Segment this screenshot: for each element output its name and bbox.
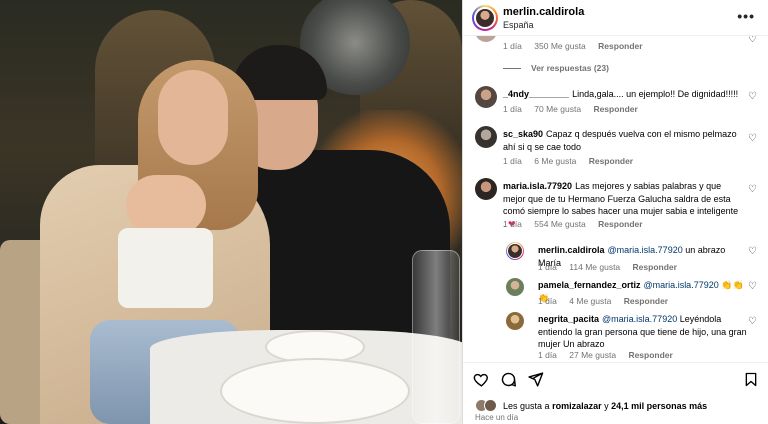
reply-username[interactable]: merlin.caldirola <box>538 245 605 255</box>
heart-icon[interactable]: ♡ <box>748 316 757 327</box>
post-time: Hace un día <box>475 413 519 422</box>
comment-time: 1 día <box>503 156 522 166</box>
comment-text: _4ndy________ Linda,gala.... un ejemplo!!… <box>503 88 743 101</box>
share-icon[interactable] <box>527 371 544 393</box>
post-actions: Les gusta a romizalazar y 24,1 mil perso… <box>463 362 768 424</box>
avatar[interactable] <box>475 36 497 42</box>
comment-text: sc_ska90 Capaz q después vuelva con el mi… <box>503 128 743 153</box>
reply-likes[interactable]: 27 Me gusta <box>569 350 616 360</box>
heart-icon[interactable]: ♡ <box>748 133 757 144</box>
comment-body: Linda,gala.... un ejemplo!! De dignidad!… <box>572 89 739 99</box>
comment-time: 1 día <box>503 219 522 229</box>
more-options-button[interactable]: ••• <box>737 8 755 24</box>
reply-button[interactable]: Responder <box>598 41 642 51</box>
comment-meta: 1 día 350 Me gusta Responder <box>503 41 653 51</box>
reply-likes[interactable]: 114 Me gusta <box>569 262 620 272</box>
likes-suffix: y <box>604 400 609 411</box>
heart-icon[interactable]: ♡ <box>748 36 757 45</box>
post-header: merlin.caldirola España ••• <box>463 0 768 36</box>
mention-link[interactable]: @maria.isla.77920 <box>602 314 677 324</box>
mention-link[interactable]: @maria.isla.77920 <box>644 280 719 290</box>
divider-line <box>503 68 521 70</box>
likes-count[interactable]: 24,1 mil personas más <box>611 401 707 411</box>
mention-link[interactable]: @maria.isla.77920 <box>608 245 683 255</box>
plate <box>220 358 410 424</box>
heart-icon[interactable]: ♡ <box>748 91 757 102</box>
reply-username[interactable]: pamela_fernandez_ortiz <box>538 280 641 290</box>
heart-icon[interactable] <box>473 371 490 393</box>
reply-meta: 1 día 4 Me gusta Responder <box>538 296 678 306</box>
heart-icon[interactable]: ♡ <box>748 184 757 195</box>
post-panel: merlin.caldirola España ••• 1 día 350 Me… <box>462 0 768 424</box>
avatar <box>484 399 497 412</box>
reply-time: 1 día <box>538 262 557 272</box>
comment-meta: 1 día 554 Me gusta Responder <box>503 219 653 229</box>
likes-user[interactable]: romizalazar <box>552 401 602 411</box>
header-location[interactable]: España <box>503 20 534 30</box>
comment-icon[interactable] <box>500 371 517 393</box>
reply-button[interactable]: Responder <box>633 262 677 272</box>
reply-username[interactable]: negrita_pacita <box>538 314 599 324</box>
wine-glass <box>412 250 460 424</box>
avatar[interactable] <box>475 178 497 200</box>
likes-text: Les gusta a romizalazar y 24,1 mil perso… <box>503 401 707 411</box>
avatar[interactable] <box>475 126 497 148</box>
reply-time: 1 día <box>538 350 557 360</box>
likes-prefix: Les gusta a <box>503 400 550 411</box>
comment-likes[interactable]: 70 Me gusta <box>534 104 581 114</box>
comment-likes[interactable]: 554 Me gusta <box>534 219 586 229</box>
reply-likes[interactable]: 4 Me gusta <box>569 296 611 306</box>
comment-meta: 1 día 6 Me gusta Responder <box>503 156 643 166</box>
avatar[interactable] <box>506 278 524 296</box>
comment-likes[interactable]: 6 Me gusta <box>534 156 576 166</box>
view-replies-button[interactable]: Ver respuestas (23) <box>503 63 609 73</box>
woman-neck <box>126 175 206 235</box>
comments-list[interactable]: 1 día 350 Me gusta Responder ♡ Ver respu… <box>463 36 768 362</box>
avatar[interactable] <box>472 5 498 31</box>
bookmark-icon[interactable] <box>743 371 759 393</box>
comment-username[interactable]: sc_ska90 <box>503 129 543 139</box>
header-username[interactable]: merlin.caldirola <box>503 6 584 18</box>
reply-button[interactable]: Responder <box>589 156 633 166</box>
reply-button[interactable]: Responder <box>598 219 642 229</box>
reply-button[interactable]: Responder <box>593 104 637 114</box>
reply-meta: 1 día 114 Me gusta Responder <box>538 262 687 272</box>
reply-button[interactable]: Responder <box>628 350 672 360</box>
avatar[interactable] <box>475 86 497 108</box>
heart-icon[interactable]: ♡ <box>748 281 757 292</box>
avatar[interactable] <box>506 312 524 330</box>
view-replies-label: Ver respuestas (23) <box>531 63 609 73</box>
comment-likes[interactable]: 350 Me gusta <box>534 41 586 51</box>
woman-top <box>118 228 213 308</box>
reply-button[interactable]: Responder <box>624 296 668 306</box>
comment-meta: 1 día 70 Me gusta Responder <box>503 104 648 114</box>
post-photo[interactable] <box>0 0 462 424</box>
comment-time: 1 día <box>503 41 522 51</box>
reply-text: negrita_pacita @maria.isla.77920 Leyéndol… <box>538 313 748 351</box>
woman-face <box>158 70 228 165</box>
heart-icon[interactable]: ♡ <box>748 246 757 257</box>
likes-summary[interactable]: Les gusta a romizalazar y 24,1 mil perso… <box>475 399 707 412</box>
reply-time: 1 día <box>538 296 557 306</box>
reply-meta: 1 día 27 Me gusta Responder <box>538 350 683 360</box>
comment-username[interactable]: maria.isla.77920 <box>503 181 572 191</box>
avatar[interactable] <box>506 242 524 260</box>
comment-username[interactable]: _4ndy________ <box>503 89 569 99</box>
comment-time: 1 día <box>503 104 522 114</box>
